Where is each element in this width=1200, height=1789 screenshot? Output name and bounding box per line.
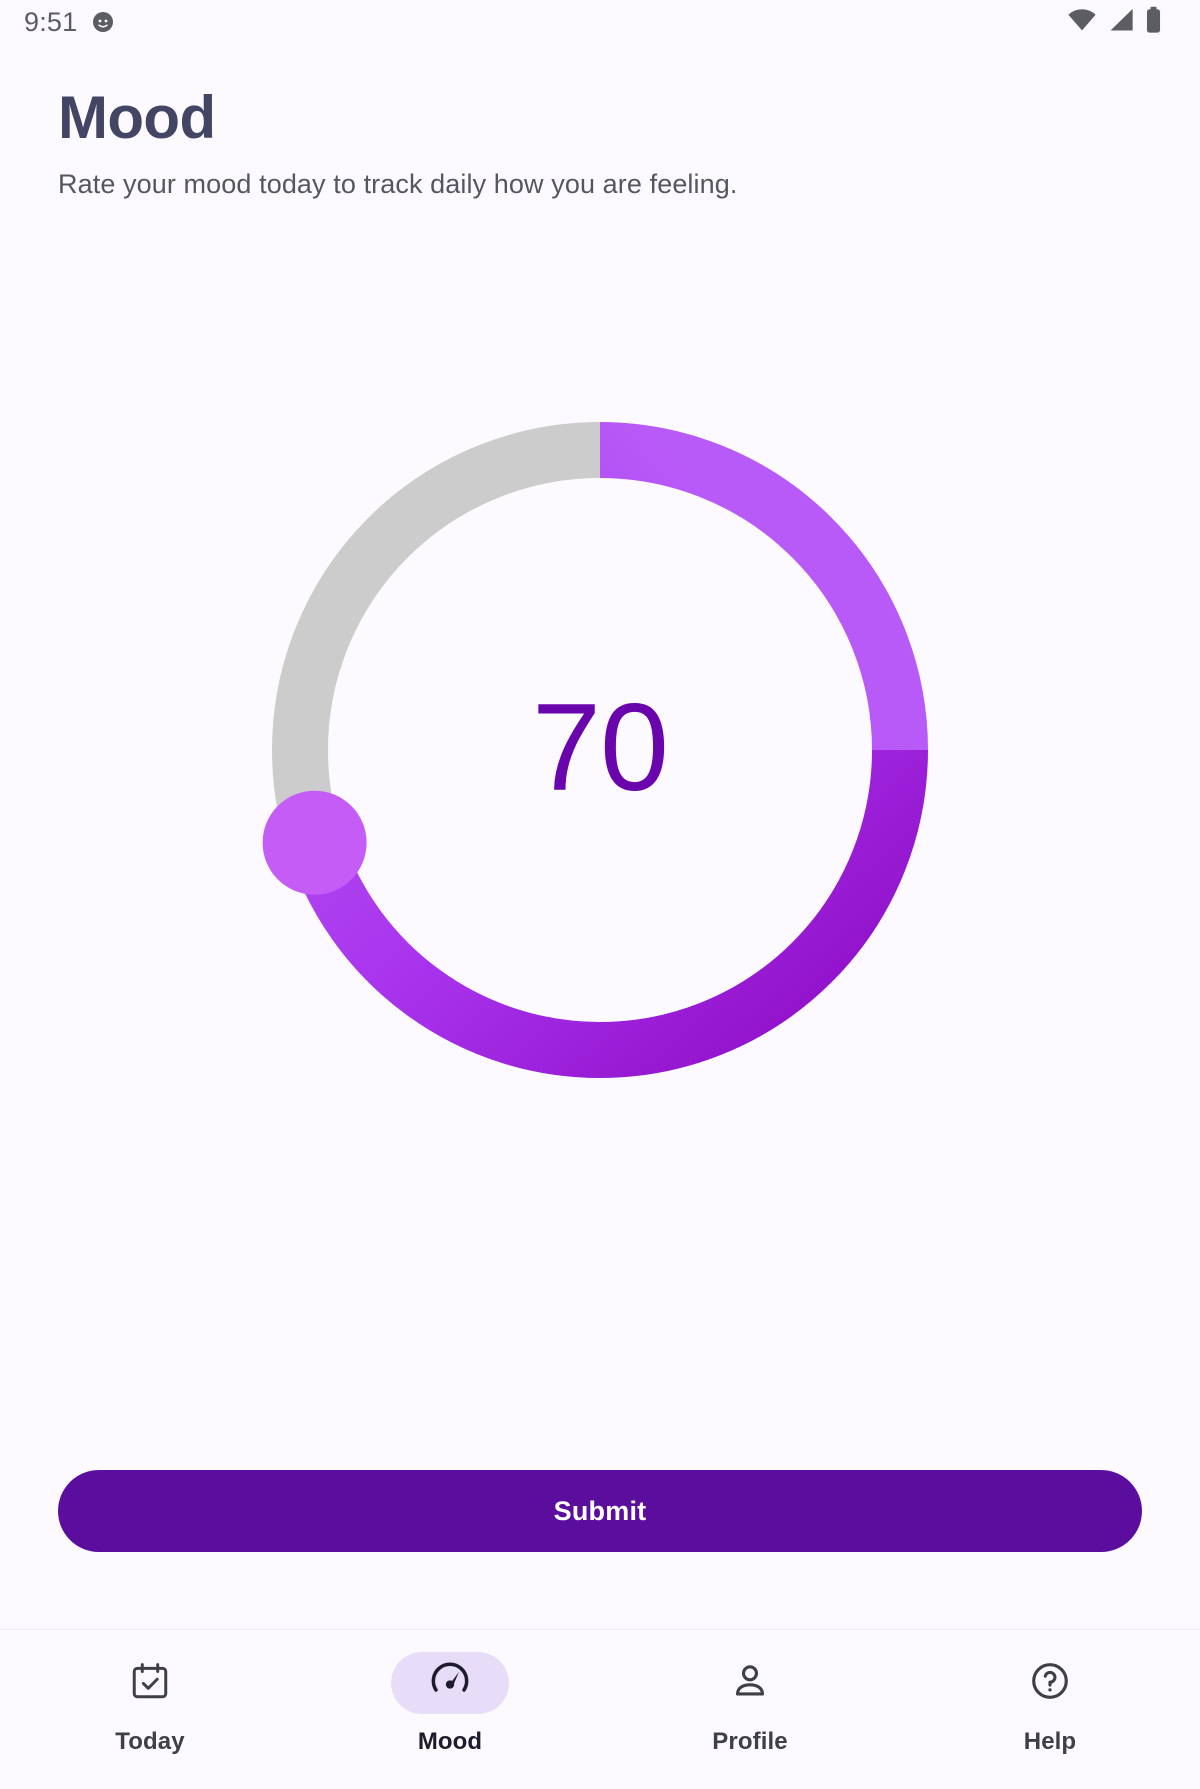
page-subtitle: Rate your mood today to track daily how … xyxy=(58,168,738,199)
mood-circular-slider[interactable]: 70 xyxy=(192,342,1008,1158)
mood-gauge-section: 70 xyxy=(0,342,1200,1158)
nav-icon-pill-today[interactable] xyxy=(91,1652,209,1714)
page-title: Mood xyxy=(58,84,216,151)
status-bar-right xyxy=(1067,6,1174,39)
status-time: 9:51 xyxy=(24,6,78,37)
nav-item-mood[interactable]: Mood xyxy=(300,1652,600,1756)
submit-button[interactable]: Submit xyxy=(58,1470,1142,1552)
nav-icon-pill-help[interactable] xyxy=(991,1652,1109,1714)
battery-full-icon xyxy=(1145,6,1162,39)
help-circle-icon xyxy=(1029,1660,1071,1707)
wifi-icon xyxy=(1067,7,1097,38)
nav-icon-pill-profile[interactable] xyxy=(691,1652,809,1714)
bottom-navigation-bar: Today Mood Profile Help xyxy=(0,1629,1200,1789)
nav-label-profile: Profile xyxy=(712,1728,788,1755)
status-bar: 9:51 xyxy=(0,0,1200,44)
calendar-check-icon xyxy=(129,1660,171,1707)
nav-item-profile[interactable]: Profile xyxy=(600,1652,900,1756)
nav-label-today: Today xyxy=(115,1728,185,1755)
speedometer-icon xyxy=(430,1661,470,1706)
page-header: Mood Rate your mood today to track daily… xyxy=(58,84,1058,200)
nav-label-help: Help xyxy=(1023,1728,1077,1755)
nav-item-help[interactable]: Help xyxy=(900,1652,1200,1756)
submit-area: Submit xyxy=(58,1470,1142,1552)
face-notification-icon xyxy=(91,10,115,34)
cellular-signal-icon xyxy=(1107,7,1135,38)
status-bar-left: 9:51 xyxy=(24,7,115,38)
nav-icon-pill-mood[interactable] xyxy=(391,1652,509,1714)
person-icon xyxy=(729,1660,771,1707)
gauge-value-label: 70 xyxy=(532,679,669,817)
nav-item-today[interactable]: Today xyxy=(0,1652,300,1756)
nav-label-mood: Mood xyxy=(417,1728,483,1755)
